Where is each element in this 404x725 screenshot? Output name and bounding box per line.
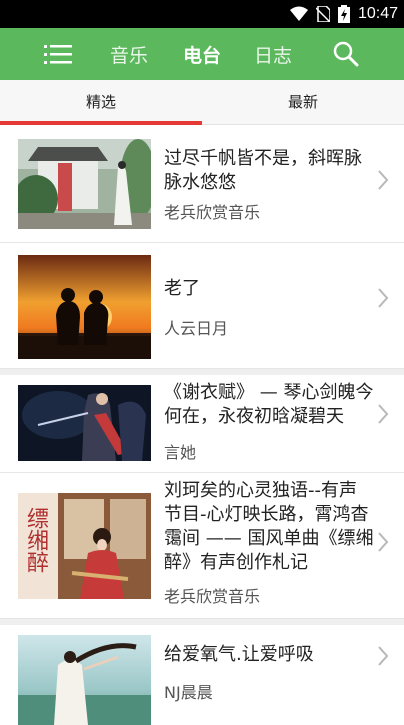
tab-music[interactable]: 音乐 (110, 28, 148, 80)
chevron-right-icon (378, 404, 389, 424)
status-icons: 10:47 (289, 0, 398, 28)
top-app-bar: 音乐 电台 日志 (0, 28, 404, 80)
list-item[interactable]: 给爱氧气.让爱呼吸 NJ晨晨 (0, 625, 404, 725)
thumbnail-image (18, 385, 151, 461)
tab-latest[interactable]: 最新 (202, 80, 404, 122)
item-title: 给爱氧气.让爱呼吸 (164, 644, 314, 665)
menu-icon (44, 45, 72, 64)
no-sim-icon (315, 6, 330, 22)
item-author: 老兵欣赏音乐 (164, 587, 261, 606)
list-item[interactable]: 老了 人云日月 (0, 243, 404, 369)
item-title: 刘珂矣的心灵独语--有声节目-心灯映长路，霄鸿杳霭间 —— 国风单曲《缥缃醉》有… (164, 480, 374, 573)
item-author: 老兵欣赏音乐 (164, 203, 261, 222)
search-button[interactable] (333, 28, 359, 80)
thumbnail-image: 缥缃醉 (18, 493, 151, 599)
item-title: 老了 (164, 278, 200, 299)
clock: 10:47 (357, 5, 398, 22)
list-item[interactable]: 《谢衣赋》 — 琴心剑魄今何在，永夜初晗凝碧天 言她 (0, 375, 404, 473)
tab-radio[interactable]: 电台 (183, 28, 221, 80)
selected-tab-indicator (0, 121, 202, 125)
chevron-right-icon (378, 288, 389, 308)
list-item[interactable]: 缥缃醉 刘珂矣的心灵独语--有声节目-心灯映长路，霄鸿杳霭间 —— 国风单曲《缥… (0, 473, 404, 619)
menu-button[interactable] (44, 28, 72, 80)
chevron-right-icon (378, 646, 389, 666)
thumbnail-image (18, 255, 151, 359)
list-item[interactable]: 过尽千帆皆不是，斜晖脉脉水悠悠 老兵欣赏音乐 (0, 135, 404, 243)
thumbnail-caption: 缥缃醉 (23, 507, 48, 573)
chevron-right-icon (378, 170, 389, 190)
item-author: 言她 (164, 443, 197, 462)
item-author: 人云日月 (164, 319, 229, 338)
tab-featured[interactable]: 精选 (0, 80, 202, 122)
item-title: 《谢衣赋》 — 琴心剑魄今何在，永夜初晗凝碧天 (164, 382, 374, 427)
thumbnail-image (18, 139, 151, 229)
item-title: 过尽千帆皆不是，斜晖脉脉水悠悠 (164, 148, 362, 193)
thumbnail-image (18, 635, 151, 725)
search-icon (333, 41, 359, 67)
sub-tab-bar: 精选 最新 (0, 80, 404, 125)
status-bar: 10:47 (0, 0, 404, 28)
wifi-icon (289, 6, 308, 21)
tab-journal[interactable]: 日志 (254, 28, 292, 80)
battery-icon (337, 5, 350, 23)
chevron-right-icon (378, 532, 389, 552)
item-author: NJ晨晨 (164, 683, 213, 702)
